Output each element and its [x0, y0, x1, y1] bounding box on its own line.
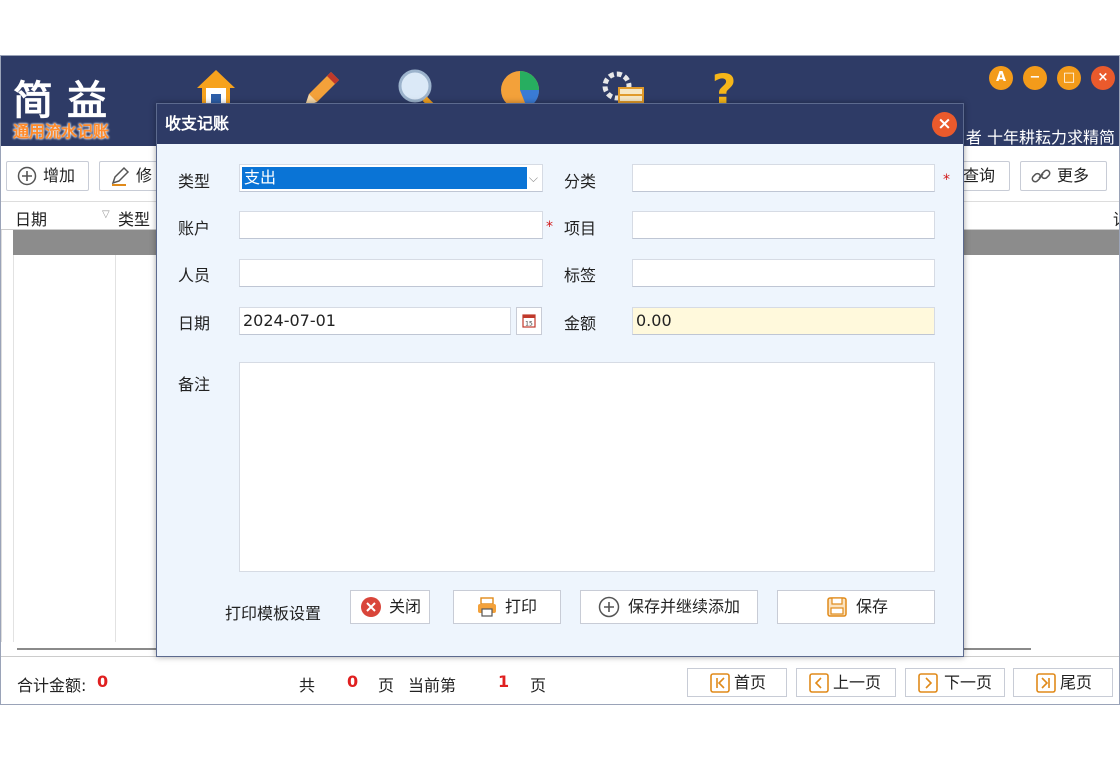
first-page-label: 首页: [734, 673, 767, 692]
date-label: 日期: [178, 314, 211, 333]
current-page-unit: 页: [530, 676, 547, 695]
calendar-icon: 15: [522, 314, 536, 328]
amount-field[interactable]: 0.00: [632, 307, 935, 335]
project-field[interactable]: [632, 211, 935, 239]
save-label: 保存: [856, 597, 889, 616]
footer-bar: 合计金额: 0 共 0 页 当前第 1 页 首页 上一页 下一页 尾页: [1, 656, 1119, 704]
pages-unit: 页: [378, 676, 395, 695]
prev-page-label: 上一页: [833, 673, 882, 692]
memo-label: 备注: [178, 375, 211, 394]
svg-text:15: 15: [525, 321, 533, 328]
account-label: 账户: [178, 219, 211, 238]
save-and-continue-button[interactable]: 保存并继续添加: [580, 590, 758, 624]
last-page-label: 尾页: [1060, 673, 1093, 692]
type-label: 类型: [178, 172, 211, 191]
more-button[interactable]: 更多: [1020, 161, 1107, 191]
last-page-icon: [1036, 673, 1056, 693]
column-header-partial[interactable]: 详: [1113, 206, 1119, 230]
prev-page-icon: [809, 673, 829, 693]
print-label: 打印: [505, 597, 538, 616]
category-field[interactable]: [632, 164, 935, 192]
query-button[interactable]: 查询: [963, 161, 1010, 191]
maximize-button[interactable]: □: [1057, 66, 1081, 90]
next-page-button[interactable]: 下一页: [905, 668, 1005, 697]
query-button-label: 查询: [963, 166, 996, 185]
pencil-icon: [111, 166, 130, 186]
type-select[interactable]: 支出 ⌵: [239, 164, 543, 192]
save-and-continue-label: 保存并继续添加: [628, 597, 741, 616]
type-select-value: 支出: [242, 167, 527, 189]
more-button-label: 更多: [1057, 166, 1090, 185]
required-mark: *: [943, 172, 950, 188]
dialog-close-icon[interactable]: ×: [932, 112, 957, 137]
tag-label: 标签: [564, 266, 597, 285]
person-field[interactable]: [239, 259, 543, 287]
column-divider: [13, 202, 14, 642]
add-button-label: 增加: [43, 166, 76, 185]
category-label: 分类: [564, 172, 597, 191]
first-page-button[interactable]: 首页: [687, 668, 787, 697]
save-icon: [827, 597, 847, 617]
column-header-type[interactable]: 类型: [118, 206, 150, 230]
printer-icon: [478, 597, 496, 617]
total-amount-value: 0: [97, 672, 109, 691]
tagline-text: 十年耕耘力求精简: [986, 128, 1115, 147]
prev-page-button[interactable]: 上一页: [796, 668, 896, 697]
memo-textarea[interactable]: [239, 362, 935, 572]
amount-label: 金额: [564, 314, 597, 333]
dialog-close-label: 关闭: [389, 597, 422, 616]
add-button[interactable]: 增加: [6, 161, 89, 191]
link-icon: [1031, 169, 1051, 183]
plus-circle-icon: [17, 166, 37, 186]
pages-prefix: 共: [299, 676, 316, 695]
project-label: 项目: [564, 219, 597, 238]
close-circle-icon: [361, 597, 381, 617]
dialog-close-button[interactable]: 关闭: [350, 590, 430, 624]
tagline-prefix: 者: [965, 128, 982, 147]
calendar-button[interactable]: 15: [516, 307, 542, 335]
filter-icon[interactable]: ▽: [102, 209, 110, 220]
print-button[interactable]: 打印: [453, 590, 561, 624]
next-page-label: 下一页: [944, 673, 993, 692]
plus-circle-icon: [598, 596, 620, 618]
column-divider: [115, 202, 116, 642]
dialog-title: 收支记账: [157, 104, 963, 144]
minimize-button[interactable]: −: [1023, 66, 1047, 90]
total-pages-value: 0: [347, 672, 359, 691]
edit-button[interactable]: 修: [99, 161, 159, 191]
account-field[interactable]: [239, 211, 543, 239]
current-page-prefix: 当前第: [408, 676, 457, 695]
first-page-icon: [710, 673, 730, 693]
edit-button-label: 修: [136, 166, 153, 185]
person-label: 人员: [178, 266, 211, 285]
column-header-date[interactable]: 日期: [15, 206, 47, 230]
app-tagline: 者 十年耕耘力求精简: [966, 124, 1115, 148]
screen: 简益 通用流水记账 ? A − □ × 者 十年耕耘力求精简 增加 修 查询 更…: [0, 0, 1120, 760]
current-page-value: 1: [498, 672, 510, 691]
next-page-icon: [918, 673, 938, 693]
window-close-button[interactable]: ×: [1091, 66, 1115, 90]
chevron-down-icon[interactable]: ⌵: [529, 165, 538, 191]
save-button[interactable]: 保存: [777, 590, 935, 624]
total-amount-label: 合计金额:: [17, 676, 87, 695]
app-logo-subtitle: 通用流水记账: [13, 122, 110, 141]
tag-field[interactable]: [632, 259, 935, 287]
required-mark: *: [546, 219, 553, 235]
print-template-settings-link[interactable]: 打印模板设置: [225, 600, 321, 624]
last-page-button[interactable]: 尾页: [1013, 668, 1113, 697]
date-field[interactable]: 2024-07-01: [239, 307, 511, 335]
font-size-icon[interactable]: A: [989, 66, 1013, 90]
entry-dialog: 收支记账 × 类型 支出 ⌵ 分类 * 账户 * 项目 人员 标签 日期 202…: [156, 103, 964, 657]
